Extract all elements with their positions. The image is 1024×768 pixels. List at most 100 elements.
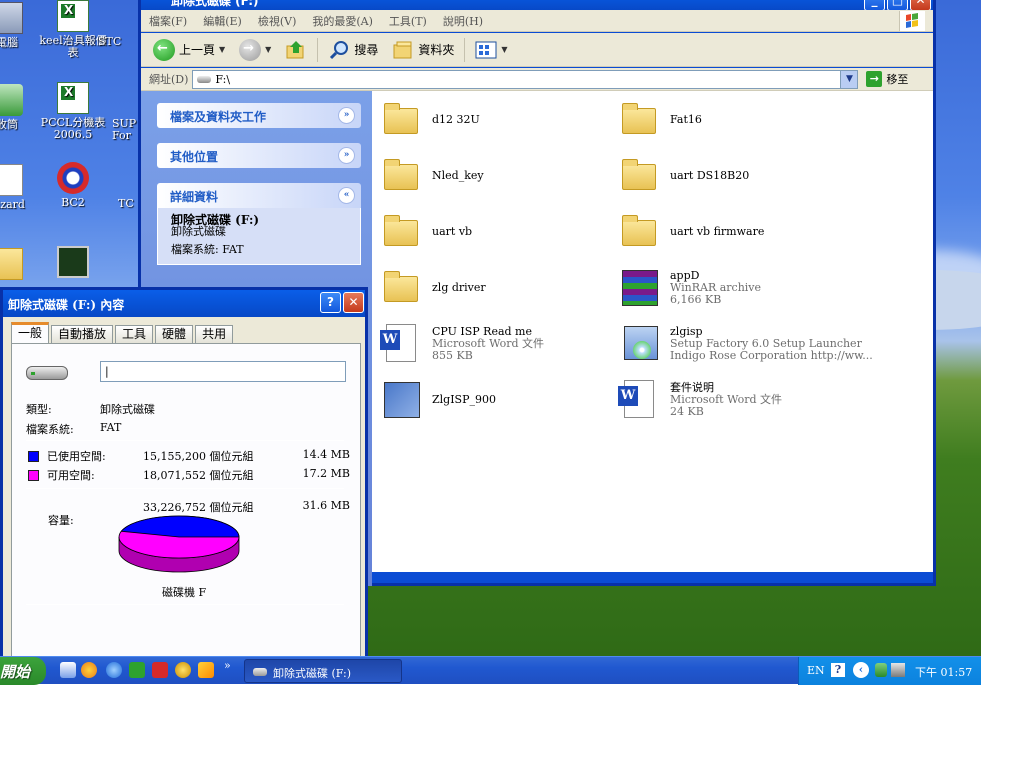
start-label: 開始 <box>0 663 31 681</box>
used-space-swatch <box>28 451 39 462</box>
menu-tools[interactable]: 工具(T) <box>389 13 427 29</box>
file-item[interactable]: d12 32U <box>380 95 612 145</box>
desktop-icon-keel-quote[interactable]: keel治具報價表 <box>36 0 110 59</box>
tab-strip: 一般 自動播放 工具 硬體 共用 <box>11 322 234 343</box>
taskbar-item-explorer[interactable]: 卸除式磁碟 (F:) <box>244 659 402 683</box>
file-item[interactable]: uart DS18B20 <box>618 151 850 201</box>
chevron-down-icon[interactable]: ▼ <box>840 70 858 88</box>
menu-edit[interactable]: 編輯(E) <box>203 13 242 29</box>
file-item[interactable]: W 套件说明 Microsoft Word 文件 24 KB <box>618 375 850 425</box>
chevron-double-down-icon[interactable]: » <box>338 147 355 164</box>
file-item[interactable]: Nled_key <box>380 151 612 201</box>
desktop-icon-label: 電腦 <box>0 36 18 49</box>
menu-file[interactable]: 檔案(F) <box>149 13 187 29</box>
file-item[interactable]: W CPU ISP Read me Microsoft Word 文件 855 … <box>380 319 612 369</box>
help-button[interactable]: ? <box>320 292 341 313</box>
desktop-icon-scope[interactable] <box>36 246 110 281</box>
file-item[interactable]: ZlgISP_900 <box>380 375 612 425</box>
removable-drive-icon <box>26 366 68 380</box>
desktop-icon-label: 收筒 <box>0 118 18 131</box>
help-tray-icon[interactable]: ? <box>831 663 845 677</box>
drive-name-input[interactable]: | <box>100 361 346 382</box>
properties-title-bar[interactable]: 卸除式磁碟 (F:) 內容 ? ✕ <box>3 290 365 317</box>
properties-dialog: 卸除式磁碟 (F:) 內容 ? ✕ 一般 自動播放 工具 硬體 共用 | 類型:… <box>0 287 368 661</box>
properties-title: 卸除式磁碟 (F:) 內容 <box>8 298 125 312</box>
file-item[interactable]: uart vb <box>380 207 612 257</box>
desktop-icon-sup[interactable]: SUP For <box>112 118 138 142</box>
folder-icon <box>618 98 662 142</box>
chevron-down-icon: ▼ <box>265 45 272 54</box>
details-header[interactable]: 詳細資料 « <box>157 183 361 208</box>
network-icon[interactable] <box>891 663 905 677</box>
quicklaunch-icon-6[interactable] <box>175 662 191 678</box>
menu-help[interactable]: 說明(H) <box>443 13 483 29</box>
go-button[interactable]: → 移至 <box>866 71 908 87</box>
up-button[interactable] <box>281 37 311 63</box>
desktop-icon-stc[interactable]: STC <box>98 36 134 48</box>
capacity-label: 容量: <box>48 514 74 527</box>
quicklaunch-icon-1[interactable] <box>60 662 76 678</box>
recycle-bin-icon <box>0 84 23 116</box>
desktop-icon-folder[interactable] <box>0 248 44 283</box>
drive-small-icon <box>253 668 267 676</box>
forward-button[interactable]: ▼ <box>235 37 275 63</box>
desktop-icon-label: SUP For <box>112 117 137 142</box>
menu-view[interactable]: 檢視(V) <box>258 13 297 29</box>
quicklaunch-icon-7[interactable] <box>198 662 214 678</box>
file-company: Indigo Rose Corporation http://ww... <box>670 349 873 362</box>
start-button[interactable]: 開始 <box>0 657 46 685</box>
file-item[interactable]: Fat16 <box>618 95 850 145</box>
clock[interactable]: 下午 01:57 <box>915 664 972 680</box>
chevron-double-down-icon[interactable]: » <box>338 107 355 124</box>
file-size: 24 KB <box>670 405 704 418</box>
desktop-icon-pccl[interactable]: PCCL分機表 2006.5 <box>36 82 110 141</box>
folder-icon <box>618 154 662 198</box>
menu-favorites[interactable]: 我的最愛(A) <box>312 13 373 29</box>
file-item[interactable]: appD WinRAR archive 6,166 KB <box>618 263 850 313</box>
free-space-label: 可用空間: <box>47 469 95 482</box>
disk-usage-pie <box>118 515 240 573</box>
tab-tools[interactable]: 工具 <box>115 325 154 343</box>
toolbar-separator <box>317 37 319 62</box>
search-button[interactable]: 搜尋 <box>324 37 382 63</box>
file-tasks-header[interactable]: 檔案及資料夾工作 » <box>157 103 361 128</box>
back-button[interactable]: 上一頁 ▼ <box>149 37 229 63</box>
chevron-double-up-icon[interactable]: « <box>338 187 355 204</box>
internet-explorer-icon[interactable] <box>106 662 122 678</box>
folder-icon <box>380 98 424 142</box>
tab-general[interactable]: 一般 <box>11 322 50 343</box>
language-indicator[interactable]: EN <box>807 664 825 677</box>
chevron-left-icon[interactable]: ‹ <box>853 662 869 678</box>
tab-sharing[interactable]: 共用 <box>195 325 234 343</box>
file-name: uart DS18B20 <box>670 169 750 182</box>
file-item[interactable]: uart vb firmware <box>618 207 850 257</box>
divider <box>26 440 344 441</box>
search-icon <box>330 40 349 59</box>
used-space-label: 已使用空間: <box>47 450 106 463</box>
file-item[interactable]: zlg driver <box>380 263 612 313</box>
quicklaunch-more-icon[interactable]: » <box>224 659 231 672</box>
standard-toolbar: 上一頁 ▼ ▼ 搜尋 資料夾 <box>141 33 933 67</box>
divider <box>26 604 344 605</box>
tab-hardware[interactable]: 硬體 <box>155 325 194 343</box>
folder-icon <box>380 210 424 254</box>
file-name: zlg driver <box>432 281 486 294</box>
quicklaunch-icon-4[interactable] <box>129 662 145 678</box>
desktop-icon-tc[interactable]: TC <box>118 198 138 210</box>
type-label: 類型: <box>26 403 52 416</box>
folders-button[interactable]: 資料夾 <box>388 37 458 63</box>
close-button[interactable]: ✕ <box>343 292 364 313</box>
quicklaunch-icon-5[interactable] <box>152 662 168 678</box>
tab-autoplay[interactable]: 自動播放 <box>51 325 114 343</box>
media-player-icon[interactable] <box>81 662 97 678</box>
tray-icon-1[interactable] <box>875 663 887 677</box>
file-name: uart vb <box>432 225 473 238</box>
desktop-icon-bc2[interactable]: BC2 <box>36 162 110 209</box>
file-item[interactable]: zlgisp Setup Factory 6.0 Setup Launcher … <box>618 319 918 369</box>
toolbar-separator <box>464 37 466 62</box>
taskbar-item-label: 卸除式磁碟 (F:) <box>273 667 352 680</box>
folder-icon <box>380 154 424 198</box>
views-button[interactable]: ▼ <box>471 37 511 63</box>
address-input[interactable]: F:\ ▼ <box>192 69 859 89</box>
other-places-header[interactable]: 其他位置 » <box>157 143 361 168</box>
